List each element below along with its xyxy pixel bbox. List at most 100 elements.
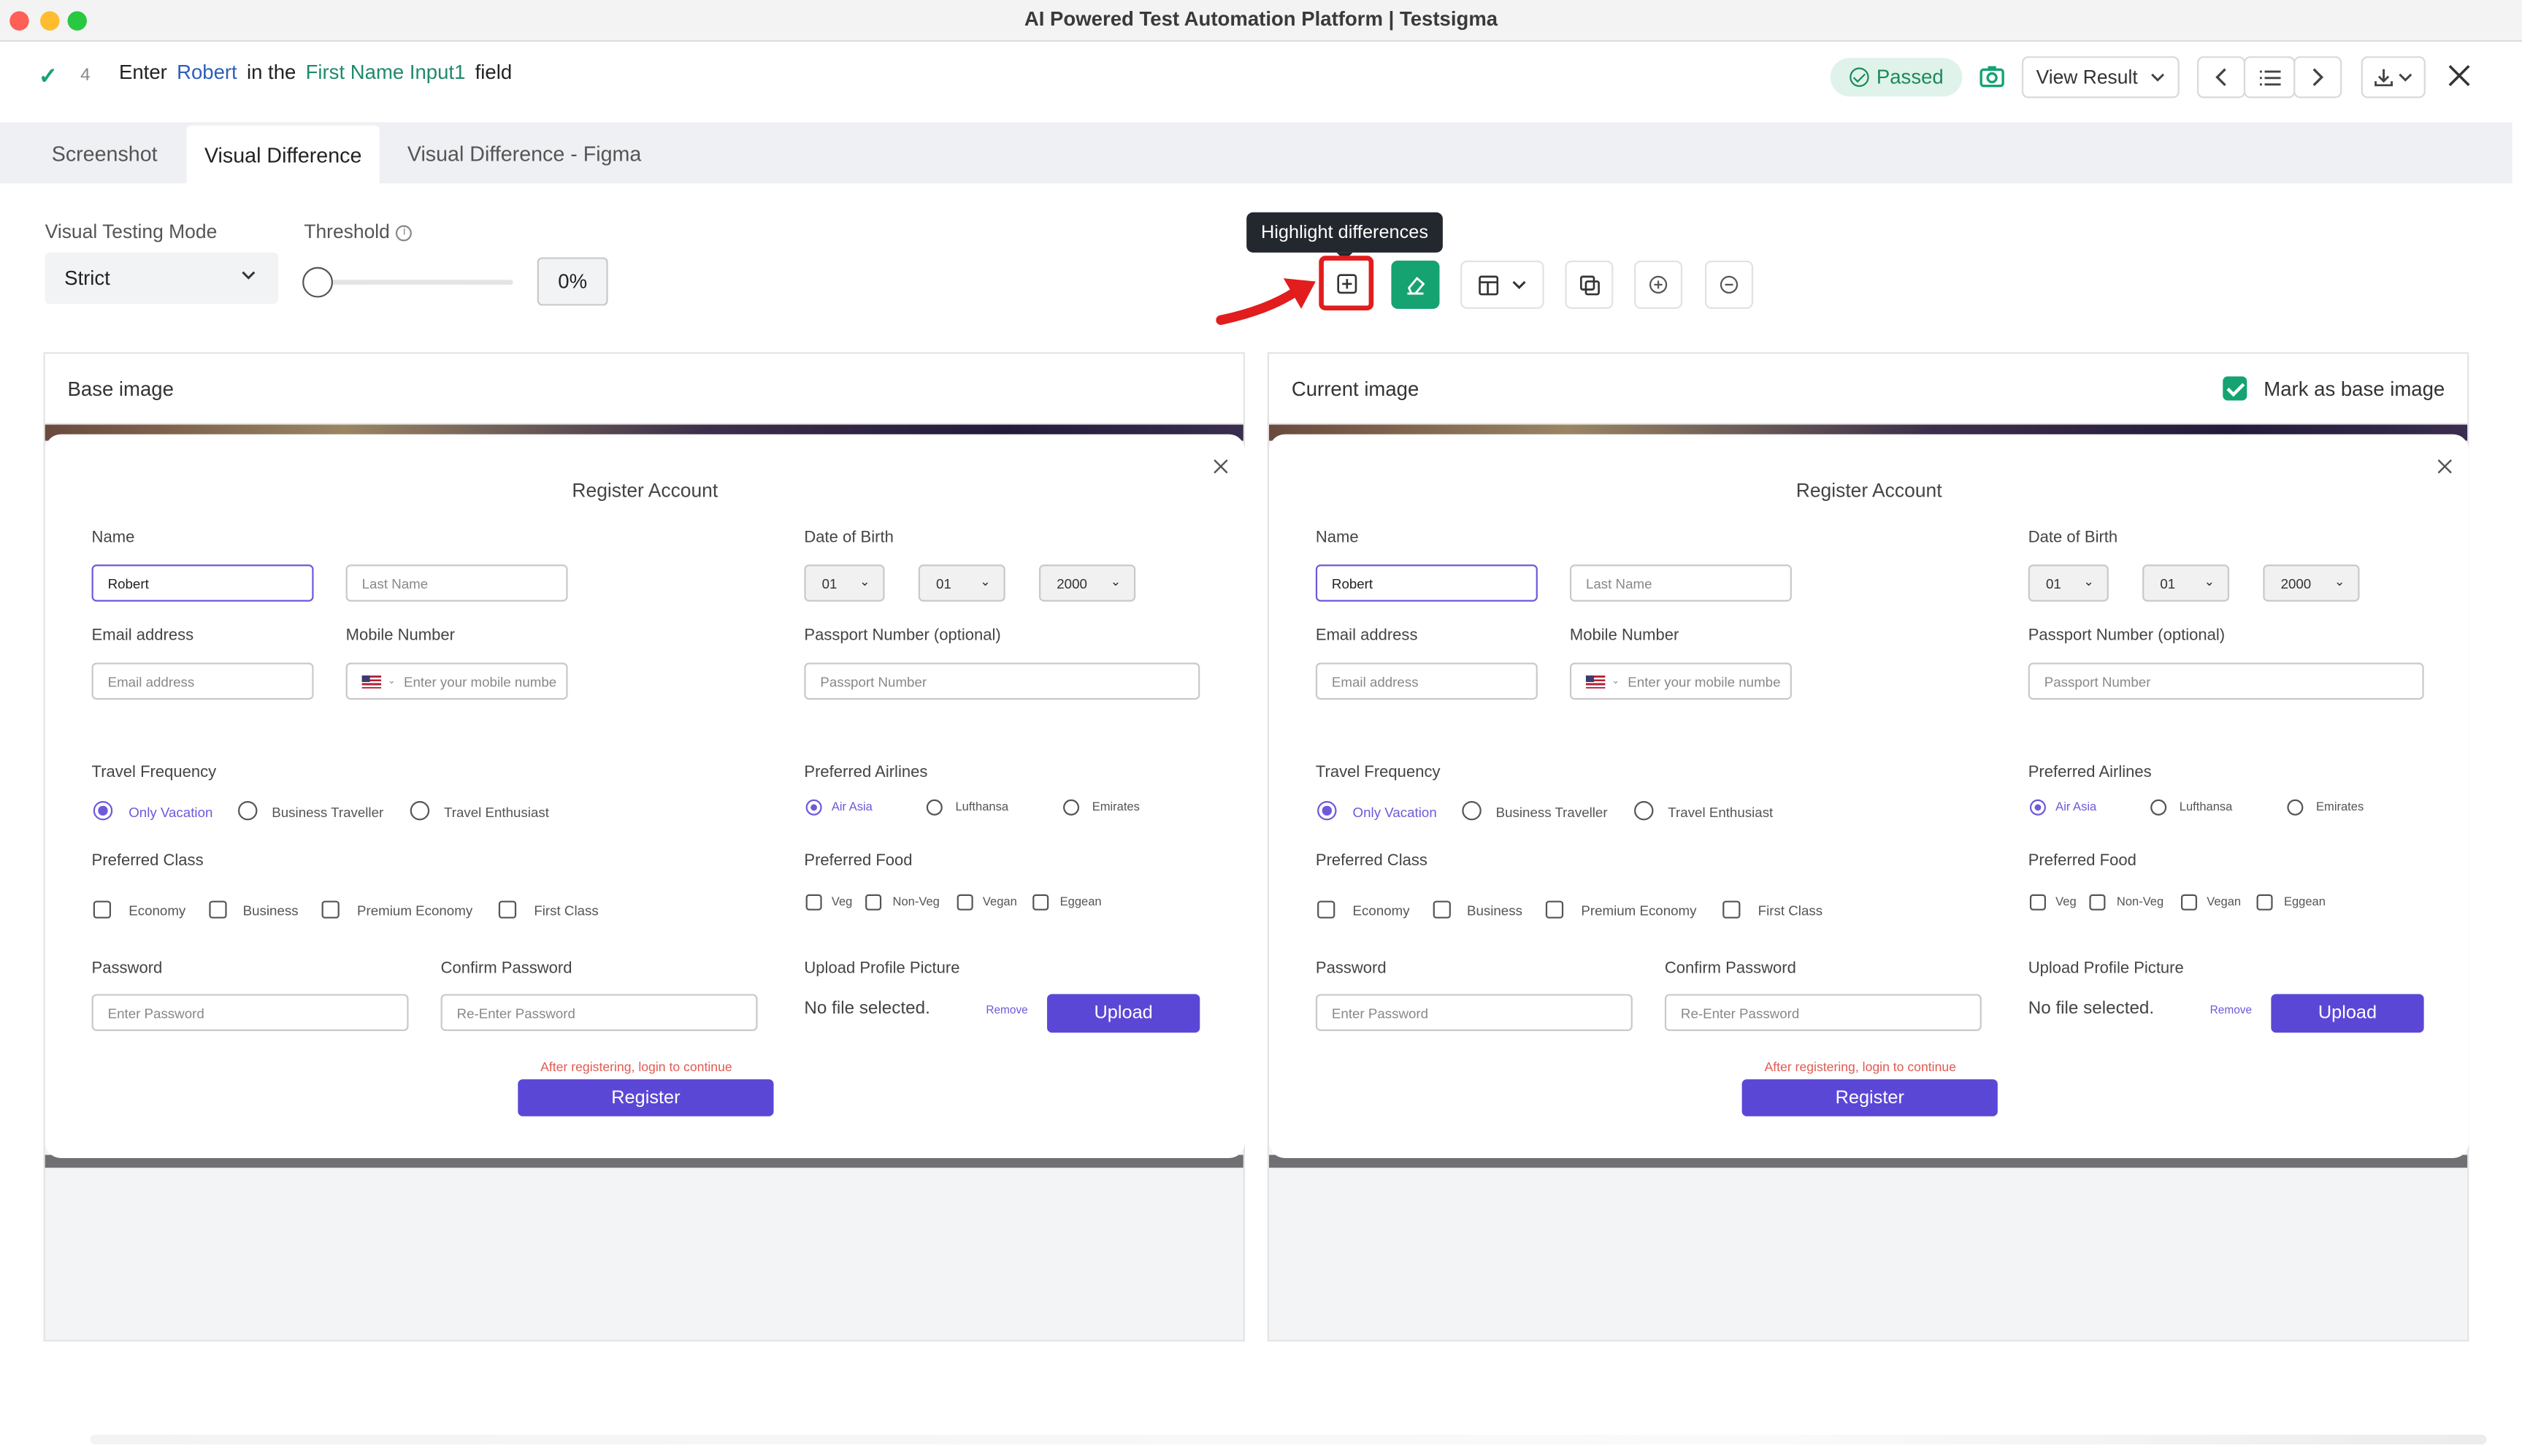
radio-only-vacation[interactable] xyxy=(93,800,113,821)
checkbox-economy[interactable] xyxy=(1317,900,1335,919)
chevron-down-icon: ⌄ xyxy=(980,574,991,589)
checkbox-first-class[interactable] xyxy=(1722,900,1741,919)
passport-input[interactable]: Passport Number xyxy=(2028,662,2424,700)
checkbox-business[interactable] xyxy=(209,900,227,919)
chevron-down-icon: ⌄ xyxy=(1611,677,1620,687)
option-vegan: Vegan xyxy=(982,894,1017,909)
threshold-slider-track[interactable] xyxy=(316,280,513,285)
mobile-input[interactable]: ⌄ Enter your mobile numbe xyxy=(1569,662,1792,700)
step-list-button[interactable] xyxy=(2243,56,2296,99)
option-premium-economy: Premium Economy xyxy=(1581,902,1697,919)
last-name-input[interactable]: Last Name xyxy=(345,564,568,602)
radio-lufthansa[interactable] xyxy=(2150,799,2167,816)
dob-month-select[interactable]: 01 ⌄ xyxy=(918,564,1005,602)
first-name-input[interactable]: Robert xyxy=(91,564,314,602)
password-label: Password xyxy=(1315,960,1387,978)
close-icon[interactable] xyxy=(2445,61,2474,91)
password-input[interactable]: Enter Password xyxy=(1315,994,1633,1031)
confirm-password-input[interactable]: Re-Enter Password xyxy=(1664,994,1982,1031)
tab-visual-difference[interactable]: Visual Difference xyxy=(186,125,380,184)
highlight-differences-button[interactable] xyxy=(1319,256,1374,311)
first-name-input[interactable]: Robert xyxy=(1315,564,1538,602)
visual-testing-mode-select[interactable]: Strict xyxy=(45,252,279,304)
confirm-password-input[interactable]: Re-Enter Password xyxy=(440,994,758,1031)
next-step-button[interactable] xyxy=(2293,56,2342,99)
mark-as-base-checkbox[interactable] xyxy=(2223,376,2248,401)
zoom-out-button[interactable] xyxy=(1704,260,1754,309)
layout-button[interactable] xyxy=(1460,260,1544,309)
upload-button[interactable]: Upload xyxy=(2271,994,2424,1033)
threshold-value[interactable]: 0% xyxy=(537,257,608,306)
dob-label: Date of Birth xyxy=(804,529,894,547)
dob-day-select[interactable]: 01 ⌄ xyxy=(804,564,885,602)
radio-business-traveller[interactable] xyxy=(1462,800,1482,821)
tab-visual-difference-figma[interactable]: Visual Difference - Figma xyxy=(386,122,663,183)
step-element[interactable]: First Name Input1 xyxy=(306,61,466,84)
radio-emirates[interactable] xyxy=(1063,799,1080,816)
dob-year-select[interactable]: 2000 ⌄ xyxy=(2263,564,2360,602)
mobile-input[interactable]: ⌄ Enter your mobile numbe xyxy=(345,662,568,700)
chevron-left-icon xyxy=(2215,68,2226,86)
radio-air-asia[interactable] xyxy=(2029,799,2046,816)
checkbox-vegan[interactable] xyxy=(2180,894,2198,911)
checkbox-eggean[interactable] xyxy=(2256,894,2273,911)
passed-check-icon xyxy=(1849,67,1868,87)
checkbox-non-veg[interactable] xyxy=(865,894,882,911)
threshold-slider-handle[interactable] xyxy=(302,267,333,298)
password-input[interactable]: Enter Password xyxy=(91,994,409,1031)
radio-only-vacation[interactable] xyxy=(1317,800,1337,821)
view-result-button[interactable]: View Result xyxy=(2021,56,2180,99)
dob-year-select[interactable]: 2000 ⌄ xyxy=(1039,564,1136,602)
remove-link[interactable]: Remove xyxy=(2210,1005,2252,1016)
register-title: Register Account xyxy=(572,479,718,502)
zoom-in-icon xyxy=(1649,275,1668,294)
checkbox-first-class[interactable] xyxy=(498,900,517,919)
dob-day-select[interactable]: 01 ⌄ xyxy=(2028,564,2109,602)
mode-value: Strict xyxy=(64,267,110,290)
checkbox-premium-economy[interactable] xyxy=(321,900,340,919)
email-input[interactable]: Email address xyxy=(1315,662,1538,700)
dob-month-select[interactable]: 01 ⌄ xyxy=(2142,564,2230,602)
register-button[interactable]: Register xyxy=(518,1079,774,1116)
checkbox-business[interactable] xyxy=(1433,900,1451,919)
zoom-in-button[interactable] xyxy=(1634,260,1683,309)
mark-as-base-toggle[interactable]: Mark as base image xyxy=(2223,376,2445,401)
name-label: Name xyxy=(91,529,135,547)
info-icon[interactable]: i xyxy=(396,225,413,242)
radio-business-traveller[interactable] xyxy=(238,800,258,821)
radio-travel-enthusiast[interactable] xyxy=(410,800,430,821)
mobile-placeholder: Enter your mobile numbe xyxy=(403,673,557,689)
previous-step-button[interactable] xyxy=(2197,56,2246,99)
radio-travel-enthusiast[interactable] xyxy=(1634,800,1654,821)
app-root: AI Powered Test Automation Platform | Te… xyxy=(0,0,2522,1456)
radio-air-asia[interactable] xyxy=(805,799,822,816)
passport-input[interactable]: Passport Number xyxy=(804,662,1200,700)
radio-lufthansa[interactable] xyxy=(926,799,943,816)
tab-screenshot[interactable]: Screenshot xyxy=(23,122,187,183)
checkbox-veg[interactable] xyxy=(805,894,822,911)
camera-icon[interactable] xyxy=(1978,63,2005,90)
eraser-button[interactable] xyxy=(1391,260,1440,309)
checkbox-veg[interactable] xyxy=(2029,894,2046,911)
upload-button[interactable]: Upload xyxy=(1047,994,1200,1033)
download-button[interactable] xyxy=(2361,56,2426,99)
checkbox-vegan[interactable] xyxy=(957,894,973,911)
horizontal-scrollbar[interactable] xyxy=(90,1434,2487,1445)
radio-emirates[interactable] xyxy=(2287,799,2304,816)
overlay-button[interactable] xyxy=(1565,260,1614,309)
register-button[interactable]: Register xyxy=(1741,1079,1998,1116)
close-icon[interactable] xyxy=(1213,459,1229,475)
checkbox-eggean[interactable] xyxy=(1032,894,1049,911)
chevron-down-icon: ⌄ xyxy=(1110,574,1122,589)
checkbox-economy[interactable] xyxy=(93,900,111,919)
close-icon[interactable] xyxy=(2437,459,2453,475)
step-test-data[interactable]: Robert xyxy=(177,61,237,84)
base-image-header: Base image xyxy=(45,353,1243,425)
checkbox-non-veg[interactable] xyxy=(2089,894,2106,911)
checkbox-premium-economy[interactable] xyxy=(1545,900,1564,919)
option-veg: Veg xyxy=(831,894,853,909)
email-input[interactable]: Email address xyxy=(91,662,314,700)
last-name-input[interactable]: Last Name xyxy=(1569,564,1792,602)
status-badge: Passed xyxy=(1830,58,1963,97)
remove-link[interactable]: Remove xyxy=(986,1005,1027,1016)
